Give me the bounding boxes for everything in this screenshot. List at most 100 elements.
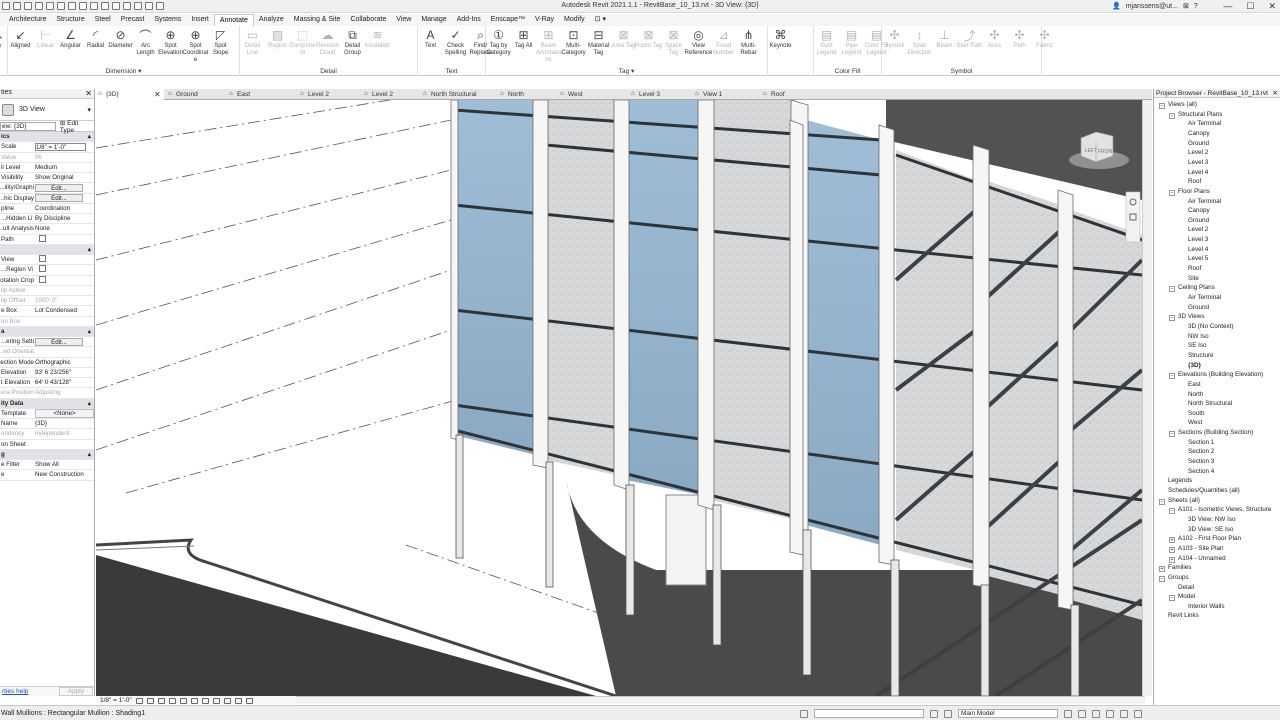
browser-node-west[interactable]: West [1188, 418, 1202, 427]
3d-viewport[interactable]: LEFT FRONT [96, 100, 1142, 696]
select-links-icon[interactable] [1064, 709, 1072, 718]
browser-node-structure[interactable]: Structure [1188, 351, 1214, 360]
browser-node-groups[interactable]: − Groups [1159, 573, 1189, 582]
thin-lines-icon[interactable] [134, 2, 142, 10]
tab-collaborate[interactable]: Collaborate [345, 14, 391, 26]
user-account[interactable]: 👤 mjanssens@ut... ⊠ ? [1112, 2, 1198, 11]
view-tab-3d[interactable]: ⌂ {3D} ✕ [96, 89, 164, 100]
navigation-bar[interactable] [1125, 191, 1141, 243]
browser-node-level-4[interactable]: Level 4 [1188, 168, 1208, 177]
view-tab-west[interactable]: ⌂ West [558, 89, 629, 100]
view-tab-ground[interactable]: ⌂ Ground [166, 89, 227, 100]
tread-number-tool[interactable]: ⊿ Tread Number [711, 28, 736, 64]
property-value[interactable]: Medium [35, 164, 57, 171]
browser-node-north[interactable]: North [1188, 390, 1203, 399]
tab-manage[interactable]: Manage [416, 14, 451, 26]
browser-node-ground[interactable]: Ground [1188, 139, 1209, 148]
detail-group-tool[interactable]: ⧉ Detail Group [340, 28, 365, 57]
property-value[interactable]: {3D} [35, 420, 47, 427]
collapse-icon[interactable]: ▴ [88, 328, 91, 335]
property-value[interactable]: Lot Condensed [35, 307, 77, 314]
tab-annotate[interactable]: Annotate [213, 13, 254, 27]
property-value[interactable]: 93' 6 23/256" [35, 369, 71, 376]
open-icon[interactable] [2, 2, 10, 10]
stair-path-tool[interactable]: ⤴ Stair Path [956, 28, 982, 57]
symbol-tool[interactable]: ✣ Symbol [882, 28, 907, 57]
browser-node-level-3[interactable]: Level 3 [1188, 158, 1208, 167]
collapse-icon[interactable]: − [1169, 373, 1175, 380]
material-tag-tool[interactable]: ⊟ Material Tag [586, 28, 611, 64]
group-name[interactable]: Text [418, 68, 485, 75]
browser-node-section-2[interactable]: Section 2 [1188, 447, 1214, 456]
maximize-button[interactable]: ☐ [1246, 1, 1254, 12]
browser-node-air-terminal[interactable]: Air Terminal [1188, 197, 1221, 206]
browser-node-elevations-building-elevation[interactable]: − Elevations (Building Elevation) [1169, 370, 1263, 380]
tab-view[interactable]: View [391, 14, 416, 26]
browser-node-3d-view-se-iso[interactable]: 3D View: SE Iso [1188, 525, 1233, 534]
expand-icon[interactable]: + [1169, 556, 1175, 563]
tag-icon[interactable] [90, 2, 98, 10]
sun-path-icon[interactable] [157, 697, 165, 704]
tag-by-category-tool[interactable]: ① Tag by Category [486, 28, 511, 64]
check-spelling-tool[interactable]: ✓ Check Spelling [443, 28, 468, 57]
default-3d-icon[interactable] [112, 2, 120, 10]
view-tab-level-2[interactable]: ⌂ Level 2 [298, 89, 362, 100]
browser-node-roof[interactable]: Roof [1188, 177, 1201, 186]
collapse-icon[interactable]: − [1169, 508, 1175, 515]
view-tab-level-3[interactable]: ⌂ Level 3 [629, 89, 693, 100]
show-crop-icon[interactable] [201, 697, 209, 704]
property-value[interactable]: 64' 0 43/128" [35, 379, 71, 386]
browser-node-structural-plans[interactable]: − Structural Plans [1169, 110, 1222, 119]
property-value[interactable]: New Construction [35, 471, 84, 478]
browser-node-a104-unnamed[interactable]: + A104 - Unnamed [1169, 554, 1226, 563]
scale-input[interactable]: 1/8" = 1'-0" [35, 142, 86, 151]
browser-node-interior-walls[interactable]: Interior Walls [1188, 602, 1225, 611]
collapse-icon[interactable]: − [1169, 112, 1175, 119]
view-tab-north-structural[interactable]: ⌂ North Structural [421, 89, 498, 100]
switch-windows-icon[interactable] [156, 2, 164, 10]
editable-only-icon[interactable] [930, 709, 938, 718]
revision-cloud-tool[interactable]: ☁ Revision Cloud [315, 28, 340, 57]
properties-help-link[interactable]: rties help [2, 688, 28, 695]
browser-node-level-3[interactable]: Level 3 [1188, 235, 1208, 244]
browser-node-level-4[interactable]: Level 4 [1188, 245, 1208, 254]
help-icon[interactable]: ? [1194, 3, 1198, 10]
text-tool[interactable]: A Text [418, 28, 443, 57]
property-value[interactable]: Coordination [35, 205, 70, 212]
lock-view-icon[interactable] [212, 697, 220, 704]
multi-rebar-tool[interactable]: ⋔ Multi- Rebar [736, 28, 761, 64]
group-name[interactable]: Dimension ▾ [8, 67, 239, 75]
property-value[interactable]: Show All [35, 461, 59, 468]
angular-tool[interactable]: ∠ Angular [58, 28, 83, 64]
select-underlay-icon[interactable] [1078, 709, 1086, 718]
view-reference-tool[interactable]: ◎ View Reference [685, 28, 713, 64]
tab-systems[interactable]: Systems [149, 14, 186, 26]
view-tab-east[interactable]: ⌂ East [227, 89, 298, 100]
collapse-icon[interactable]: ▴ [88, 451, 91, 458]
property-section[interactable]: g ▴ [0, 449, 94, 460]
analytical-model-icon[interactable] [245, 697, 253, 704]
keynote-tool[interactable]: ⌘ Keynote [768, 28, 793, 50]
browser-node-3d-view-nw-iso[interactable]: 3D View: NW Iso [1188, 515, 1235, 524]
detail-level-icon[interactable] [135, 697, 143, 704]
tab-massing-site[interactable]: Massing & Site [289, 14, 346, 26]
property-value[interactable]: By Discipline [35, 215, 70, 222]
browser-node-views-all[interactable]: − Views (all) [1159, 100, 1197, 109]
browser-node-level-5[interactable]: Level 5 [1188, 254, 1208, 263]
select-pinned-icon[interactable] [1092, 709, 1100, 718]
visual-style-icon[interactable] [146, 697, 154, 704]
fabric-tool[interactable]: ✣ Fabric [1032, 28, 1057, 57]
browser-node-sections-building-section[interactable]: − Sections (Building Section) [1169, 428, 1253, 438]
browser-node-model[interactable]: − Model [1169, 592, 1195, 602]
close-icon[interactable]: ✕ [85, 89, 92, 98]
view-tab-roof[interactable]: ⌂ Roof [761, 89, 821, 100]
edit-button[interactable]: Edit... [35, 194, 83, 203]
browser-node-east[interactable]: East [1188, 380, 1201, 389]
space-tag-tool[interactable]: ⊠ Space Tag [661, 28, 686, 64]
drag-elements-icon[interactable] [1120, 709, 1128, 718]
tab-steel[interactable]: Steel [90, 14, 116, 26]
detail-line-tool[interactable]: ▭ Detail Line [240, 28, 265, 57]
browser-node-ceiling-plans[interactable]: − Ceiling Plans [1169, 283, 1215, 293]
design-options-icon[interactable] [944, 709, 952, 718]
browser-node-legends[interactable]: Legends [1168, 476, 1192, 485]
